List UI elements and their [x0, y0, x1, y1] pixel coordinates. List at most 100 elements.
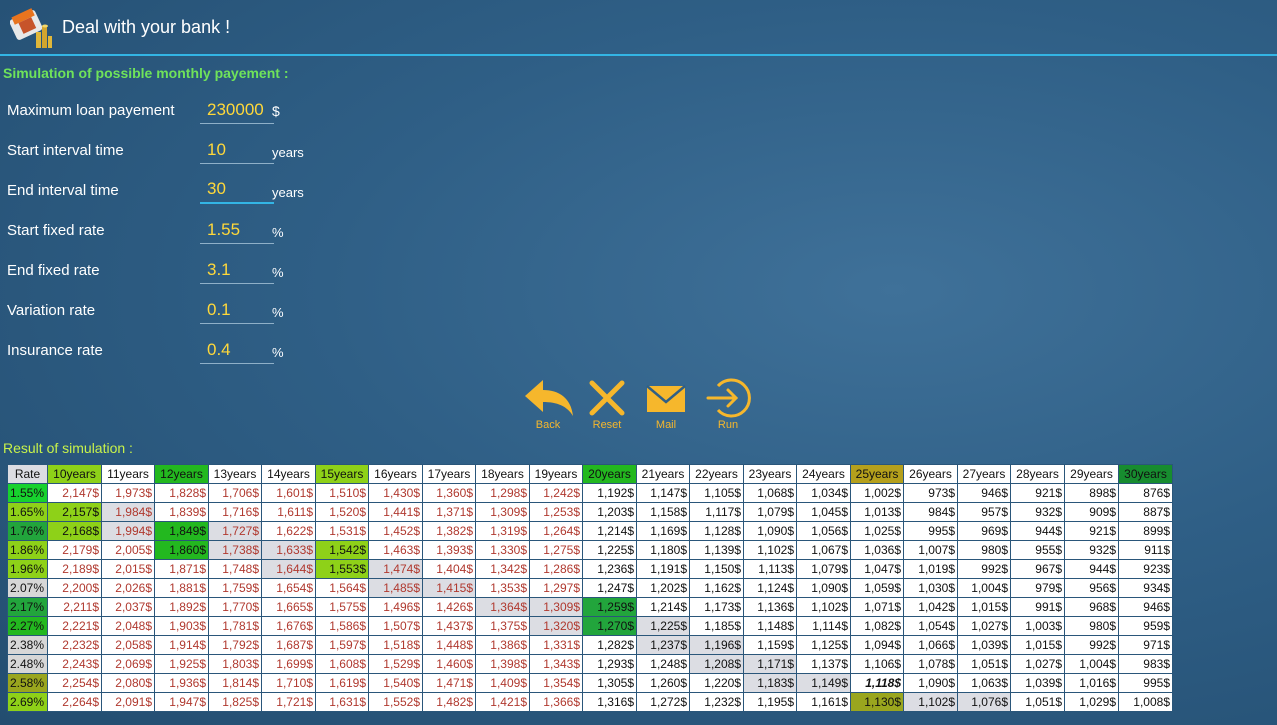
payment-cell: 1,260$ — [637, 674, 689, 692]
end-rate-input[interactable] — [200, 256, 274, 284]
payment-cell: 1,404$ — [423, 560, 475, 578]
payment-cell: 1,597$ — [316, 636, 368, 654]
payment-cell: 1,552$ — [369, 693, 422, 711]
payment-cell: 1,803$ — [209, 655, 261, 673]
table-row: 2.38% 2,232$ 2,058$ 1,914$ 1,792$ 1,687$ 1,597… — [8, 636, 1172, 654]
payment-cell: 984$ — [904, 503, 957, 521]
variation-rate-input[interactable] — [200, 296, 274, 324]
payment-cell: 1,225$ — [637, 617, 689, 635]
year-column-header: 30years — [1119, 465, 1172, 483]
rate-cell: 1.96% — [8, 560, 47, 578]
payment-cell: 1,925$ — [155, 655, 208, 673]
year-column-header: 24years — [797, 465, 850, 483]
payment-cell: 1,706$ — [209, 484, 261, 502]
payment-cell: 1,004$ — [1065, 655, 1118, 673]
insurance-rate-input[interactable] — [200, 336, 274, 364]
start-interval-input[interactable] — [200, 136, 274, 164]
payment-cell: 1,039$ — [1011, 674, 1064, 692]
payment-cell: 2,058$ — [102, 636, 154, 654]
payment-cell: 1,452$ — [369, 522, 422, 540]
payment-cell: 1,045$ — [797, 503, 850, 521]
payment-cell: 1,633$ — [262, 541, 315, 559]
action-bar: Deal with your bank ! — [0, 0, 1277, 56]
payment-cell: 1,386$ — [476, 636, 529, 654]
payment-cell: 1,518$ — [369, 636, 422, 654]
rate-cell: 1.86% — [8, 541, 47, 559]
payment-cell: 1,078$ — [904, 655, 957, 673]
run-login-arrow-icon — [706, 378, 751, 418]
rate-cell: 1.65% — [8, 503, 47, 521]
payment-cell: 955$ — [1011, 541, 1064, 559]
rate-cell: 2.58% — [8, 674, 47, 692]
payment-cell: 956$ — [1065, 579, 1118, 597]
payment-cell: 898$ — [1065, 484, 1118, 502]
payment-cell: 1,421$ — [476, 693, 529, 711]
reset-button[interactable]: Reset — [577, 378, 637, 431]
payment-cell: 1,676$ — [262, 617, 315, 635]
payment-cell: 1,825$ — [209, 693, 261, 711]
payment-cell: 1,128$ — [690, 522, 743, 540]
payment-cell: 1,214$ — [583, 522, 636, 540]
table-row: 2.69% 2,264$ 2,091$ 1,947$ 1,825$ 1,721$ 1,631… — [8, 693, 1172, 711]
payment-cell: 923$ — [1119, 560, 1172, 578]
payment-cell: 1,437$ — [423, 617, 475, 635]
payment-cell: 1,665$ — [262, 598, 315, 616]
year-column-header: 11years — [102, 465, 154, 483]
payment-cell: 1,814$ — [209, 674, 261, 692]
bank-coins-icon[interactable] — [10, 6, 54, 50]
payment-cell: 992$ — [1065, 636, 1118, 654]
end-interval-unit: years — [272, 185, 304, 200]
payment-cell: 1,047$ — [851, 560, 903, 578]
payment-cell: 1,881$ — [155, 579, 208, 597]
payment-cell: 1,136$ — [744, 598, 796, 616]
rate-cell: 1.55% — [8, 484, 47, 502]
rate-cell: 2.48% — [8, 655, 47, 673]
payment-cell: 2,254$ — [48, 674, 101, 692]
payment-cell: 1,090$ — [744, 522, 796, 540]
back-button[interactable]: Back — [518, 378, 578, 431]
payment-cell: 1,839$ — [155, 503, 208, 521]
payment-cell: 1,699$ — [262, 655, 315, 673]
end-interval-input[interactable] — [200, 176, 274, 204]
payment-cell: 1,169$ — [637, 522, 689, 540]
payment-cell: 1,137$ — [797, 655, 850, 673]
payment-cell: 899$ — [1119, 522, 1172, 540]
payment-cell: 1,353$ — [476, 579, 529, 597]
payment-cell: 1,286$ — [530, 560, 582, 578]
max-loan-label: Maximum loan payement — [7, 102, 175, 119]
payment-cell: 1,393$ — [423, 541, 475, 559]
payment-cell: 1,520$ — [316, 503, 368, 521]
payment-cell: 2,037$ — [102, 598, 154, 616]
payment-cell: 1,082$ — [851, 617, 903, 635]
payment-cell: 1,364$ — [476, 598, 529, 616]
payment-cell: 1,015$ — [1011, 636, 1064, 654]
payment-cell: 1,105$ — [690, 484, 743, 502]
start-rate-unit: % — [272, 225, 284, 240]
start-rate-input[interactable] — [200, 216, 274, 244]
payment-cell: 1,220$ — [690, 674, 743, 692]
payment-cell: 1,849$ — [155, 522, 208, 540]
payment-cell: 944$ — [1011, 522, 1064, 540]
payment-cell: 2,069$ — [102, 655, 154, 673]
payment-cell: 2,080$ — [102, 674, 154, 692]
table-header-row: Rate 10years 11years 12years 13years 14years 1… — [8, 465, 1172, 483]
max-loan-input[interactable] — [200, 96, 274, 124]
payment-cell: 1,687$ — [262, 636, 315, 654]
year-column-header: 23years — [744, 465, 796, 483]
payment-cell: 1,090$ — [797, 579, 850, 597]
payment-cell: 1,716$ — [209, 503, 261, 521]
payment-cell: 1,025$ — [851, 522, 903, 540]
mail-button[interactable]: Mail — [636, 378, 696, 431]
payment-cell: 1,586$ — [316, 617, 368, 635]
payment-cell: 1,208$ — [690, 655, 743, 673]
run-button[interactable]: Run — [698, 378, 758, 431]
payment-cell: 2,211$ — [48, 598, 101, 616]
payment-cell: 1,496$ — [369, 598, 422, 616]
payment-cell: 979$ — [1011, 579, 1064, 597]
payment-cell: 1,124$ — [744, 579, 796, 597]
payment-cell: 1,185$ — [690, 617, 743, 635]
payment-cell: 1,180$ — [637, 541, 689, 559]
max-loan-unit: $ — [272, 103, 280, 119]
payment-cell: 968$ — [1065, 598, 1118, 616]
payment-cell: 1,529$ — [369, 655, 422, 673]
